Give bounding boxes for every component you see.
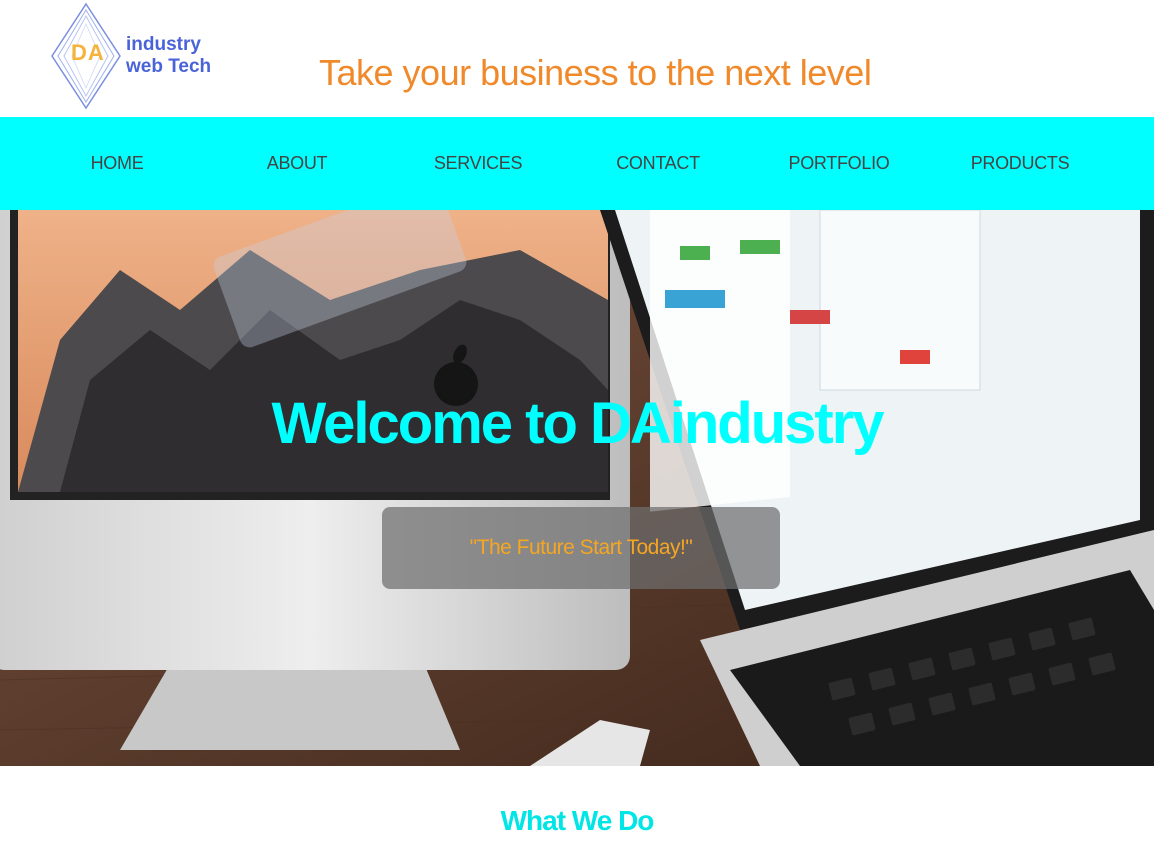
hero-banner: Welcome to DAindustry "The Future Start … [0,210,1154,766]
what-we-do-heading: What We Do [500,805,655,836]
nav-contact[interactable]: CONTACT [568,117,748,210]
nav-home[interactable]: HOME [27,117,207,210]
nav-products[interactable]: PRODUCTS [930,117,1110,210]
nav-about[interactable]: ABOUT [207,117,387,210]
site-header: DA industry web Tech Take your business … [0,0,1154,117]
logo-wordmark: industry web Tech [126,34,211,78]
logo-initials: DA [71,40,105,65]
hero-title: Welcome to DAindustry [271,391,884,456]
hero-background-image [0,210,1154,766]
site-logo[interactable]: DA industry web Tech [50,2,230,110]
logo-line2: web Tech [126,56,212,77]
logo-line1: industry [126,34,201,55]
nav-portfolio[interactable]: PORTFOLIO [749,117,929,210]
nav-services[interactable]: SERVICES [388,117,568,210]
header-tagline: Take your business to the next level [319,52,872,93]
main-navigation: HOME ABOUT SERVICES CONTACT PORTFOLIO PR… [0,117,1154,210]
hero-subtitle-box: "The Future Start Today!" [382,507,780,589]
hero-subtitle: "The Future Start Today!" [469,536,693,559]
